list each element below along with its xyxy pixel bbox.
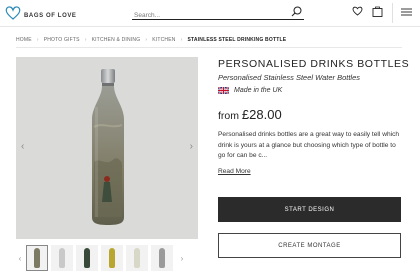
- site-header: BAGS OF LOVE: [0, 0, 420, 27]
- thumbnail-strip: ‹ ›: [14, 244, 200, 272]
- breadcrumb: HOME › PHOTO GIFTS › KITCHEN & DINING › …: [16, 37, 286, 43]
- start-design-button[interactable]: START DESIGN: [218, 197, 401, 222]
- menu-icon[interactable]: [401, 8, 412, 16]
- breadcrumb-separator: ›: [180, 37, 183, 43]
- price-block: from £28.00: [218, 107, 282, 122]
- breadcrumb-divider: [16, 47, 402, 48]
- gallery-prev-arrow-icon[interactable]: ‹: [21, 141, 24, 152]
- made-in-text: Made in the UK: [234, 87, 283, 94]
- breadcrumb-photo-gifts[interactable]: PHOTO GIFTS: [44, 37, 80, 43]
- breadcrumb-separator: ›: [36, 37, 39, 43]
- price-amount: £28.00: [241, 107, 282, 122]
- heart-icon[interactable]: [352, 6, 363, 16]
- header-divider: [392, 3, 393, 23]
- breadcrumb-kitchen[interactable]: KITCHEN: [152, 37, 175, 43]
- read-more-link[interactable]: Read More: [218, 168, 251, 175]
- search-bar[interactable]: [132, 4, 304, 23]
- thumbnail[interactable]: [101, 245, 123, 271]
- thumbnail[interactable]: [76, 245, 98, 271]
- breadcrumb-home[interactable]: HOME: [16, 37, 32, 43]
- product-image-gallery[interactable]: ‹ ›: [16, 57, 198, 239]
- logo-text: BAGS OF LOVE: [24, 12, 77, 19]
- create-montage-button[interactable]: CREATE MONTAGE: [218, 233, 401, 258]
- thumbnail[interactable]: [51, 245, 73, 271]
- breadcrumb-kitchen-dining[interactable]: KITCHEN & DINING: [92, 37, 141, 43]
- thumbs-prev-arrow-icon[interactable]: ‹: [14, 254, 26, 263]
- product-description: Personalised drinks bottles are a great …: [218, 131, 400, 159]
- thumbnail[interactable]: [26, 245, 48, 271]
- product-subtitle: Personalised Stainless Steel Water Bottl…: [218, 73, 361, 82]
- product-title: PERSONALISED DRINKS BOTTLES: [218, 58, 410, 70]
- thumbs-next-arrow-icon[interactable]: ›: [176, 254, 188, 263]
- product-bottle-image: [92, 69, 124, 225]
- search-input[interactable]: [132, 8, 282, 23]
- logo[interactable]: BAGS OF LOVE: [4, 4, 77, 22]
- search-icon[interactable]: [291, 6, 302, 17]
- uk-flag-icon: [218, 87, 229, 94]
- breadcrumb-separator: ›: [145, 37, 148, 43]
- breadcrumb-separator: ›: [84, 37, 87, 43]
- price-prefix: from: [218, 110, 239, 122]
- thumbnail[interactable]: [151, 245, 173, 271]
- basket-icon[interactable]: [372, 6, 383, 17]
- thumbnail[interactable]: [126, 245, 148, 271]
- gift-heart-icon: [5, 6, 21, 20]
- breadcrumb-current: STAINLESS STEEL DRINKING BOTTLE: [187, 37, 287, 43]
- made-in-label: Made in the UK: [218, 87, 282, 94]
- gallery-next-arrow-icon[interactable]: ›: [190, 141, 193, 152]
